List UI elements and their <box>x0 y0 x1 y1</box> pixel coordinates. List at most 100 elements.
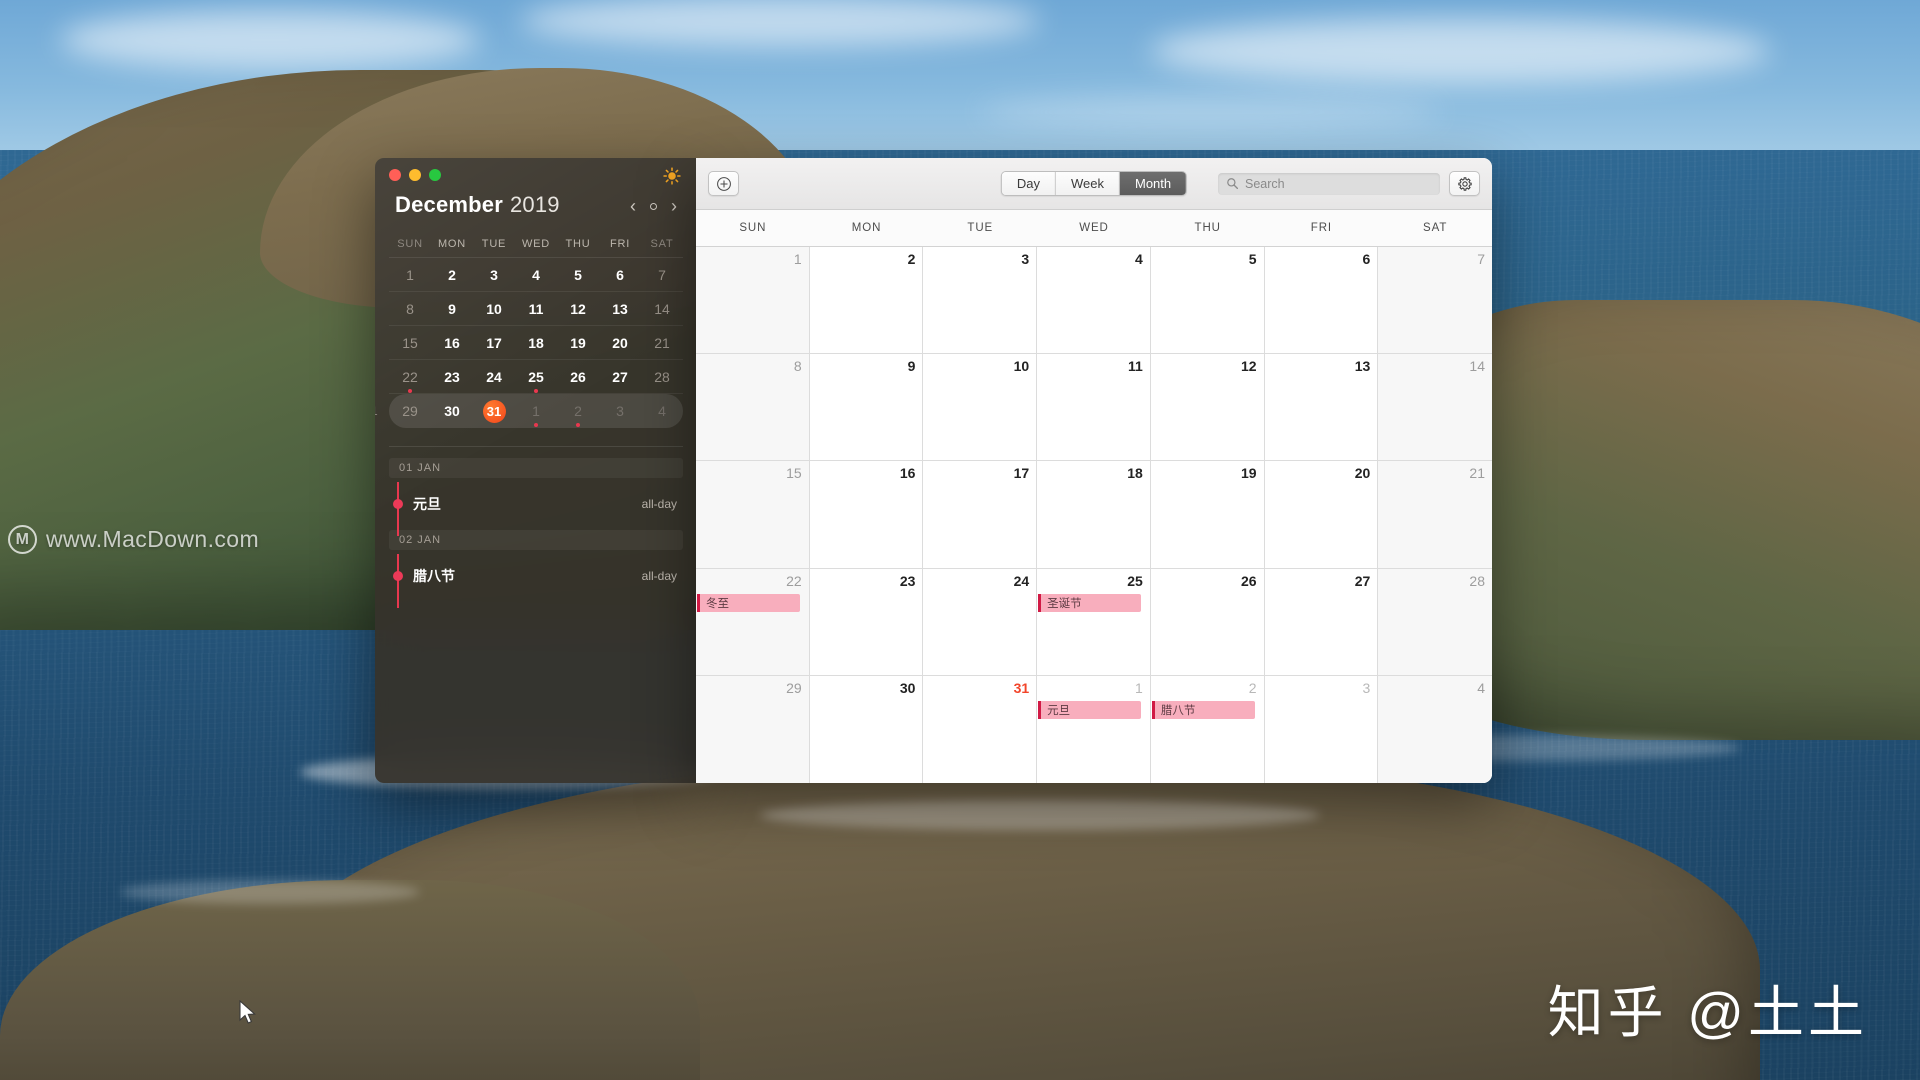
mini-day-cell[interactable]: 19 <box>557 335 599 351</box>
day-cell[interactable]: 27 <box>1264 568 1379 675</box>
mini-day-cell[interactable]: 11 <box>515 301 557 317</box>
mini-day-cell[interactable]: 21 <box>641 335 683 351</box>
mini-day-cell[interactable]: 1 <box>515 403 557 427</box>
day-number: 22 <box>786 572 802 589</box>
day-number: 9 <box>907 358 916 375</box>
mini-day-cell[interactable]: 15 <box>389 335 431 351</box>
mini-day-cell[interactable]: 26 <box>557 369 599 385</box>
day-cell[interactable]: 12 <box>1150 354 1265 461</box>
day-cell[interactable]: 19 <box>1150 461 1265 568</box>
mini-day-cell[interactable]: 18 <box>515 335 557 351</box>
settings-button[interactable] <box>1449 171 1480 196</box>
mini-day-cell[interactable]: 4 <box>515 267 557 283</box>
day-cell[interactable]: 6 <box>1264 247 1379 354</box>
day-cell[interactable]: 29 <box>696 675 810 783</box>
day-cell[interactable]: 26 <box>1150 568 1265 675</box>
sun-icon[interactable] <box>663 167 681 185</box>
day-cell[interactable]: 3 <box>1264 675 1379 783</box>
day-cell[interactable]: 28 <box>1378 568 1492 675</box>
day-cell[interactable]: 23 <box>809 568 924 675</box>
mini-day-cell[interactable]: 13 <box>599 301 641 317</box>
mini-day-cell[interactable]: 28 <box>641 369 683 385</box>
day-cell[interactable]: 21 <box>1378 461 1492 568</box>
event-title: 元旦 <box>413 496 441 512</box>
mini-day-cell[interactable]: 25 <box>515 369 557 393</box>
minimize-button[interactable] <box>409 169 421 181</box>
event-pill[interactable]: 圣诞节 <box>1038 593 1141 612</box>
search-input[interactable]: Search <box>1218 172 1440 195</box>
day-cell[interactable]: 20 <box>1264 461 1379 568</box>
view-tab-day[interactable]: Day <box>1001 172 1056 195</box>
day-cell[interactable]: 15 <box>696 461 810 568</box>
event-pill[interactable]: 冬至 <box>697 593 800 612</box>
day-cell[interactable]: 31 <box>923 675 1038 783</box>
mini-day-cell[interactable]: 31 <box>473 399 515 423</box>
mini-day-cell[interactable]: 17 <box>473 335 515 351</box>
mini-day-cell[interactable]: 6 <box>599 267 641 283</box>
event-pill[interactable]: 元旦 <box>1038 700 1141 719</box>
mini-day-cell[interactable]: 14 <box>641 301 683 317</box>
event-list-item[interactable]: 元旦 all-day <box>389 478 683 536</box>
day-cell[interactable]: 25 圣诞节 <box>1037 568 1151 675</box>
mini-day-cell[interactable]: 1 <box>389 267 431 283</box>
day-cell[interactable]: 30 <box>809 675 924 783</box>
day-cell[interactable]: 3 <box>923 247 1038 354</box>
mini-day-cell[interactable]: 10 <box>473 301 515 317</box>
day-number: 11 <box>1128 358 1143 375</box>
mini-day-cell[interactable]: 2 <box>431 267 473 283</box>
close-button[interactable] <box>389 169 401 181</box>
mini-day-cell[interactable]: 30 <box>431 403 473 419</box>
month-week-row: 22 冬至 23 24 25 圣诞节 26 27 28 <box>696 568 1492 676</box>
mini-day-cell[interactable]: 24 <box>473 369 515 385</box>
mini-day-cell[interactable]: 5 <box>557 267 599 283</box>
day-cell[interactable]: 2 <box>809 247 924 354</box>
view-switcher[interactable]: Day Week Month <box>1000 171 1188 196</box>
mini-day-cell[interactable]: 8 <box>389 301 431 317</box>
today-button[interactable] <box>650 202 657 210</box>
event-pill[interactable]: 腊八节 <box>1151 700 1255 719</box>
mini-day-cell[interactable]: 23 <box>431 369 473 385</box>
event-list-item[interactable]: 腊八节 all-day <box>389 550 683 608</box>
day-cell[interactable]: 1 元旦 <box>1037 675 1151 783</box>
add-event-button[interactable] <box>708 171 739 196</box>
mini-day-cell[interactable]: 3 <box>599 403 641 419</box>
day-cell[interactable]: 1 <box>696 247 810 354</box>
mini-week-rows: 1 2 3 4 5 6 7 8 9 10 11 12 13 14 15 16 17 18 19 20 21 22 23 24 2… <box>375 257 683 428</box>
view-tab-week[interactable]: Week <box>1055 172 1120 195</box>
day-cell[interactable]: 18 <box>1037 461 1151 568</box>
day-number: 17 <box>1013 465 1030 482</box>
day-cell[interactable]: 5 <box>1150 247 1265 354</box>
mini-day-cell[interactable]: 20 <box>599 335 641 351</box>
mini-day-cell[interactable]: 27 <box>599 369 641 385</box>
mini-day-cell[interactable]: 29 <box>389 403 431 419</box>
next-month-button[interactable]: › <box>671 197 677 215</box>
mouse-cursor <box>239 1000 256 1024</box>
zoom-button[interactable] <box>429 169 441 181</box>
day-cell[interactable]: 7 <box>1378 247 1492 354</box>
day-cell[interactable]: 17 <box>923 461 1038 568</box>
mini-day-cell[interactable]: 12 <box>557 301 599 317</box>
day-cell[interactable]: 8 <box>696 354 810 461</box>
mini-day-cell[interactable]: 2 <box>557 403 599 427</box>
day-number: 21 <box>1469 465 1485 482</box>
view-tab-month[interactable]: Month <box>1119 172 1187 195</box>
day-cell[interactable]: 14 <box>1378 354 1492 461</box>
prev-month-button[interactable]: ‹ <box>630 197 636 215</box>
mini-day-cell[interactable]: 3 <box>473 267 515 283</box>
day-cell[interactable]: 11 <box>1037 354 1151 461</box>
day-number: 31 <box>1013 679 1030 696</box>
day-cell[interactable]: 16 <box>809 461 924 568</box>
mini-day-cell[interactable]: 4 <box>641 403 683 419</box>
day-cell[interactable]: 24 <box>923 568 1038 675</box>
day-cell[interactable]: 4 <box>1037 247 1151 354</box>
day-cell[interactable]: 2 腊八节 <box>1150 675 1265 783</box>
mini-day-cell[interactable]: 9 <box>431 301 473 317</box>
day-cell[interactable]: 22 冬至 <box>696 568 810 675</box>
mini-day-cell[interactable]: 7 <box>641 267 683 283</box>
mini-day-cell[interactable]: 16 <box>431 335 473 351</box>
day-cell[interactable]: 13 <box>1264 354 1379 461</box>
day-cell[interactable]: 10 <box>923 354 1038 461</box>
mini-day-cell[interactable]: 22 <box>389 369 431 393</box>
day-cell[interactable]: 9 <box>809 354 924 461</box>
day-cell[interactable]: 4 <box>1378 675 1492 783</box>
